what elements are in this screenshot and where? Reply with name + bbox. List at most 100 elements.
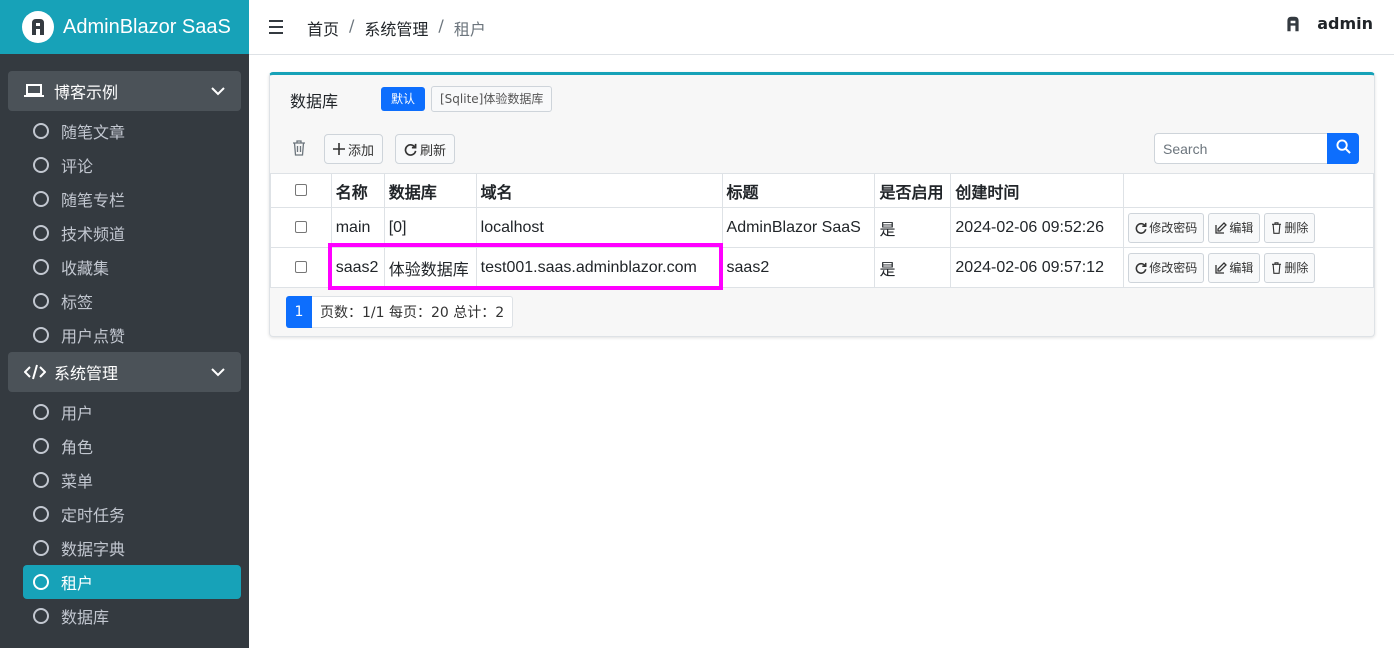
delete-button[interactable]: 删除 [1264,252,1316,283]
table-row: main [0] localhost AdminBlazor SaaS 是 20… [270,207,1374,248]
delete-button[interactable]: 删除 [1264,212,1316,243]
sidebar-item-columns[interactable]: 随笔专栏 [23,182,241,216]
brand[interactable]: AdminBlazor SaaS [0,0,249,54]
page-1-button[interactable]: 1 [286,296,312,328]
select-all-checkbox[interactable] [294,184,307,197]
add-button[interactable]: 添加 [324,134,384,164]
tenant-table: 名称 数据库 域名 标题 是否启用 创建时间 main [0] localhos… [270,173,1374,288]
sidebar-item-essays[interactable]: 随笔文章 [23,114,241,148]
refresh-icon [404,143,417,156]
sidebar-item-scheduled-tasks[interactable]: 定时任务 [23,497,241,531]
sidebar-item-comments[interactable]: 评论 [23,148,241,182]
sidebar-item-likes[interactable]: 用户点赞 [23,318,241,352]
sidebar-item-label: 角色 [61,438,94,457]
sidebar-item-tags[interactable]: 标签 [23,284,241,318]
cell-database: [0] [383,207,477,248]
trash-icon [1271,261,1282,274]
sidebar-item-collections[interactable]: 收藏集 [23,250,241,284]
sidebar-item-label: 租户 [61,574,94,593]
user-menu[interactable]: admin [1285,14,1373,33]
cell-name: main [330,207,385,248]
database-sqlite-button[interactable]: [Sqlite]体验数据库 [431,86,553,112]
cell-name: saas2 [330,247,385,288]
cell-enabled: 是 [874,207,952,248]
brand-title: AdminBlazor SaaS [63,15,231,38]
adminblazor-logo-icon [22,11,54,43]
pagination-info: 页数：1/1 每页：20 总计：2 [312,296,514,328]
tenant-card: 数据库 默认 [Sqlite]体验数据库 添加 刷新 名称 数据库 域名 标题 … [269,72,1375,337]
menu-group-blog[interactable]: 博客示例 [8,71,241,111]
breadcrumb-current: 租户 [453,20,486,39]
laptop-icon [24,83,46,99]
breadcrumb-home[interactable]: 首页 [307,16,339,40]
sidebar-item-label: 数据字典 [61,540,126,559]
edit-button[interactable]: 编辑 [1208,252,1261,283]
sidebar-item-tenants[interactable]: 租户 [23,565,241,599]
sidebar: AdminBlazor SaaS 博客示例 随笔文章 评论 随笔专栏 技术频道 … [0,0,249,648]
column-header-title[interactable]: 标题 [721,173,876,208]
circle-icon [33,225,49,241]
hamburger-menu-icon[interactable] [269,20,283,34]
sidebar-item-label: 技术频道 [61,225,126,244]
sidebar-item-databases[interactable]: 数据库 [23,599,241,633]
sidebar-item-channels[interactable]: 技术频道 [23,216,241,250]
column-header-database[interactable]: 数据库 [383,173,477,208]
column-header-enabled[interactable]: 是否启用 [874,173,952,208]
sidebar-item-menus[interactable]: 菜单 [23,463,241,497]
row-checkbox[interactable] [294,221,307,234]
breadcrumb-system[interactable]: 系统管理 [364,16,428,40]
breadcrumb: 首页 / 系统管理 / 租户 [307,16,486,40]
column-header-created[interactable]: 创建时间 [950,173,1125,208]
search-input[interactable] [1154,133,1328,164]
menu-group-system[interactable]: 系统管理 [8,352,241,392]
refresh-icon [1135,262,1147,274]
circle-icon [33,327,49,343]
cell-domain: test001.saas.adminblazor.com [475,247,723,288]
sidebar-item-label: 随笔专栏 [61,191,126,210]
column-header-domain[interactable]: 域名 [475,173,723,208]
edit-button[interactable]: 编辑 [1208,212,1261,243]
refresh-button[interactable]: 刷新 [395,134,456,164]
database-default-button[interactable]: 默认 [381,87,426,111]
sidebar-item-label: 定时任务 [61,506,126,525]
change-password-label: 修改密码 [1149,261,1198,275]
menu-group-label: 博客示例 [54,83,119,102]
circle-icon [33,540,49,556]
search-button[interactable] [1327,133,1359,164]
trash-icon [1271,221,1282,234]
cell-enabled: 是 [874,247,952,288]
circle-icon [33,293,49,309]
plus-icon [333,143,345,155]
column-header-actions [1123,173,1374,208]
circle-icon [33,157,49,173]
sidebar-item-label: 用户 [61,404,94,423]
sidebar-item-label: 数据库 [61,608,110,627]
menu-group-label: 系统管理 [54,364,119,383]
edit-icon [1215,261,1228,274]
table-header-row: 名称 数据库 域名 标题 是否启用 创建时间 [270,173,1374,208]
circle-icon [33,472,49,488]
sidebar-item-users[interactable]: 用户 [23,395,241,429]
change-password-button[interactable]: 修改密码 [1128,252,1205,283]
cell-domain: localhost [475,207,723,248]
cell-created: 2024-02-06 09:57:12 [950,247,1125,288]
cell-created: 2024-02-06 09:52:26 [950,207,1125,248]
edit-label: 编辑 [1229,261,1254,275]
edit-label: 编辑 [1229,221,1254,235]
change-password-button[interactable]: 修改密码 [1128,212,1205,243]
breadcrumb-separator: / [438,16,444,35]
cell-database: 体验数据库 [383,247,477,288]
cell-title: AdminBlazor SaaS [721,207,876,248]
code-icon [24,364,46,380]
trash-icon[interactable] [292,140,306,160]
change-password-label: 修改密码 [1149,221,1198,235]
row-checkbox[interactable] [294,261,307,274]
sidebar-item-label: 菜单 [61,472,94,491]
select-all-cell [270,173,332,208]
sidebar-item-dictionary[interactable]: 数据字典 [23,531,241,565]
column-header-name[interactable]: 名称 [330,173,385,208]
sidebar-item-roles[interactable]: 角色 [23,429,241,463]
cell-actions: 修改密码 编辑 删除 [1123,247,1374,288]
pagination: 1 页数：1/1 每页：20 总计：2 [286,296,514,328]
refresh-label: 刷新 [420,143,447,159]
